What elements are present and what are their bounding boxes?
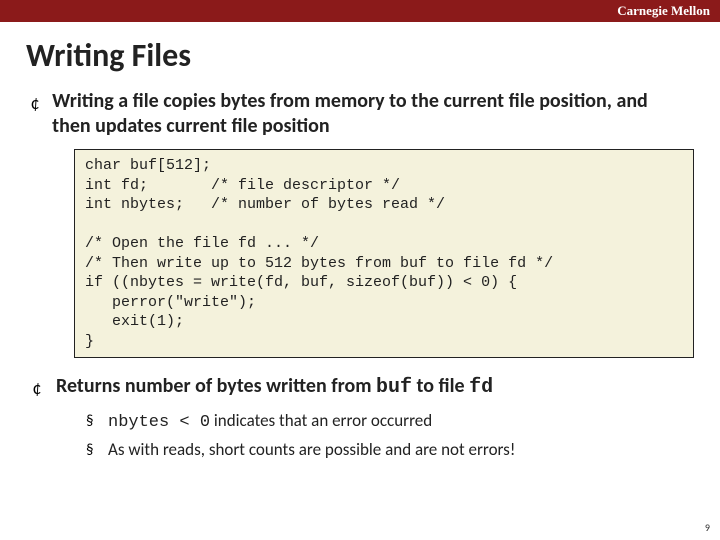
text-part: to file (412, 374, 469, 398)
bullet-marker: ¢ (30, 92, 40, 114)
bullet-item: ¢ Writing a file copies bytes from memor… (30, 89, 690, 139)
text-part: indicates that an error occurred (210, 410, 432, 431)
sub-bullet-list: § nbytes < 0 indicates that an error occ… (86, 410, 690, 461)
institution-name: Carnegie Mellon (617, 3, 710, 18)
header-bar: Carnegie Mellon (0, 0, 720, 22)
code-block: char buf[512]; int fd; /* file descripto… (74, 149, 694, 358)
sub-bullet-item: § As with reads, short counts are possib… (86, 439, 690, 460)
bullet-item: ¢ Returns number of bytes written from b… (30, 374, 690, 400)
slide-title: Writing Files (26, 36, 720, 75)
inline-code: buf (376, 376, 412, 399)
bullet-text: Returns number of bytes written from buf… (56, 374, 493, 400)
inline-code: fd (469, 376, 493, 399)
square-bullet-icon: § (86, 441, 98, 459)
text-part: Returns number of bytes written from (56, 374, 376, 398)
bullet-text: Writing a file copies bytes from memory … (52, 89, 690, 139)
sub-bullet-text: nbytes < 0 indicates that an error occur… (108, 410, 432, 433)
square-bullet-icon: § (86, 412, 98, 430)
inline-code: nbytes < 0 (108, 413, 210, 432)
slide-content: ¢ Writing a file copies bytes from memor… (0, 89, 720, 461)
bullet-marker: ¢ (30, 377, 44, 399)
sub-bullet-item: § nbytes < 0 indicates that an error occ… (86, 410, 690, 433)
sub-bullet-text: As with reads, short counts are possible… (108, 439, 515, 460)
page-number: 9 (705, 521, 710, 534)
